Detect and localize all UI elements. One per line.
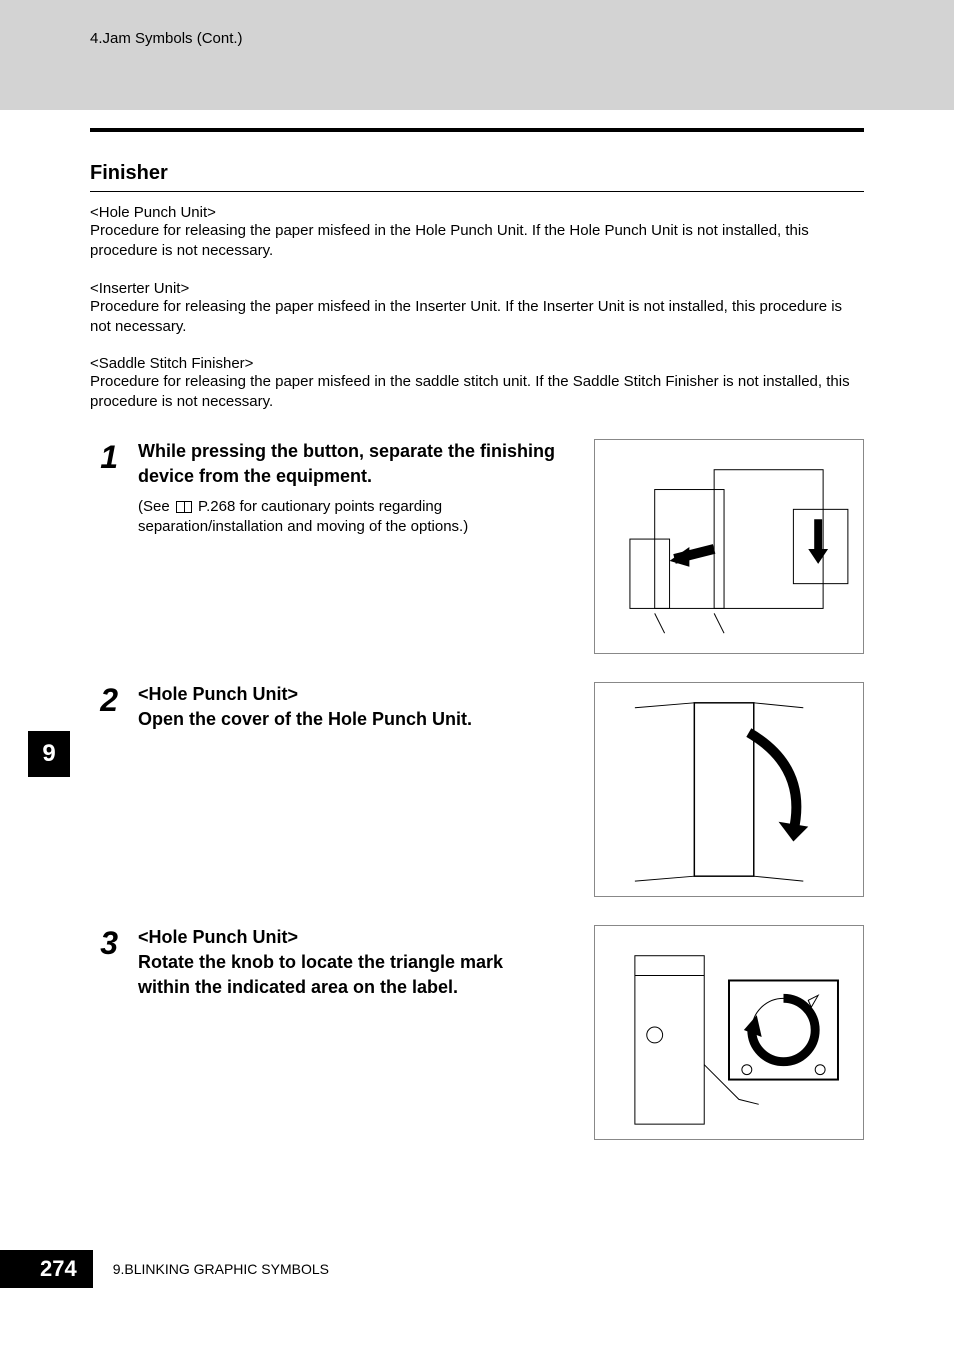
page-header: 4.Jam Symbols (Cont.) bbox=[0, 0, 954, 110]
intro-inserter: <Inserter Unit> Procedure for releasing … bbox=[90, 280, 864, 338]
section-title: Finisher bbox=[90, 162, 864, 192]
page-content: Finisher <Hole Punch Unit> Procedure for… bbox=[0, 128, 954, 1140]
chapter-tab: 9 bbox=[28, 731, 70, 777]
step-3-illustration bbox=[594, 925, 864, 1140]
intro-label: <Inserter Unit> bbox=[90, 280, 864, 297]
step-note: (See P.268 for cautionary points regardi… bbox=[138, 497, 559, 538]
divider-thick bbox=[90, 128, 864, 132]
step-3: 3 <Hole Punch Unit> Rotate the knob to l… bbox=[90, 925, 864, 1140]
header-breadcrumb: 4.Jam Symbols (Cont.) bbox=[90, 30, 954, 47]
knob-rotation-diagram bbox=[595, 926, 863, 1139]
note-prefix: (See bbox=[138, 498, 174, 515]
intro-label: <Hole Punch Unit> bbox=[90, 204, 864, 221]
step-content: <Hole Punch Unit> Open the cover of the … bbox=[138, 682, 574, 897]
step-content: <Hole Punch Unit> Rotate the knob to loc… bbox=[138, 925, 574, 1140]
book-icon bbox=[176, 501, 192, 513]
intro-saddle-stitch: <Saddle Stitch Finisher> Procedure for r… bbox=[90, 355, 864, 413]
footer-chapter-label: 9.BLINKING GRAPHIC SYMBOLS bbox=[113, 1261, 329, 1277]
printer-separation-diagram bbox=[595, 440, 863, 653]
step-1-illustration bbox=[594, 439, 864, 654]
hole-punch-cover-diagram bbox=[595, 683, 863, 896]
page-number: 274 bbox=[0, 1250, 93, 1288]
note-ref: P.268 bbox=[198, 498, 235, 515]
step-number: 1 bbox=[90, 439, 118, 654]
intro-text: Procedure for releasing the paper misfee… bbox=[90, 297, 864, 338]
step-number: 3 bbox=[90, 925, 118, 1140]
intro-label: <Saddle Stitch Finisher> bbox=[90, 355, 864, 372]
step-number: 2 bbox=[90, 682, 118, 897]
intro-hole-punch: <Hole Punch Unit> Procedure for releasin… bbox=[90, 204, 864, 262]
intro-text: Procedure for releasing the paper misfee… bbox=[90, 221, 864, 262]
intro-text: Procedure for releasing the paper misfee… bbox=[90, 372, 864, 413]
step-title: While pressing the button, separate the … bbox=[138, 439, 559, 489]
page-footer: 274 9.BLINKING GRAPHIC SYMBOLS bbox=[0, 1250, 954, 1288]
step-title: <Hole Punch Unit> Open the cover of the … bbox=[138, 682, 559, 732]
step-title: <Hole Punch Unit> Rotate the knob to loc… bbox=[138, 925, 559, 1001]
step-2: 2 <Hole Punch Unit> Open the cover of th… bbox=[90, 682, 864, 897]
step-1: 1 While pressing the button, separate th… bbox=[90, 439, 864, 654]
step-content: While pressing the button, separate the … bbox=[138, 439, 574, 654]
step-2-illustration bbox=[594, 682, 864, 897]
